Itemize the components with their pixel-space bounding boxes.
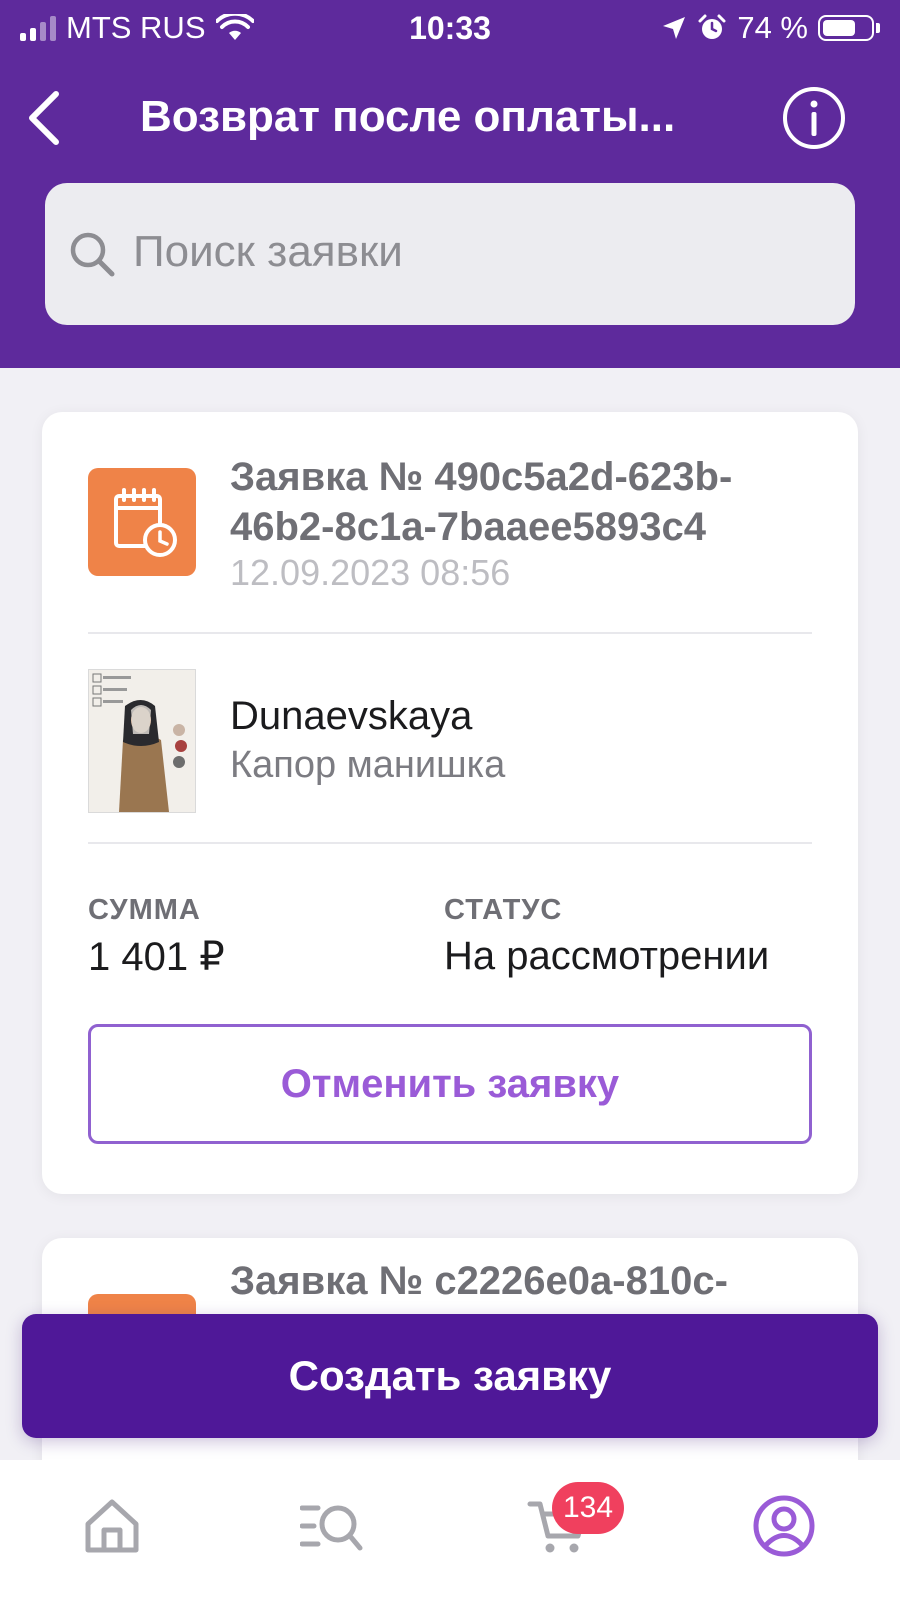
search-input[interactable]: Поиск заявки: [45, 183, 855, 325]
battery-icon: [818, 15, 874, 41]
product-photo: [89, 670, 195, 812]
request-icon-tile: [88, 468, 196, 576]
home-icon[interactable]: [80, 1494, 144, 1558]
alarm-icon: [698, 14, 726, 39]
status-bar: MTS RUS 10:33 74 %: [0, 0, 900, 60]
status-label: СТАТУС: [444, 894, 563, 926]
profile-icon[interactable]: [752, 1494, 816, 1558]
request-number: Заявка № 490c5a2d-623b-46b2-8c1a-7baaee5…: [230, 455, 733, 549]
cancel-request-button[interactable]: Отменить заявку: [88, 1024, 812, 1144]
request-number: Заявка № c2226e0a-810c-: [230, 1259, 728, 1303]
product-brand: Dunaevskaya: [230, 694, 473, 738]
battery-percent: 74 %: [737, 10, 808, 45]
search-placeholder: Поиск заявки: [133, 227, 403, 276]
battery-tip: [876, 23, 880, 33]
cart-badge: 134: [552, 1482, 624, 1534]
divider: [88, 632, 812, 634]
return-request-card: Заявка № 490c5a2d-623b-46b2-8c1a-7baaee5…: [42, 412, 858, 1194]
info-icon[interactable]: [782, 86, 846, 150]
request-date: 12.09.2023 08:56: [230, 552, 511, 593]
create-request-button[interactable]: Создать заявку: [22, 1314, 878, 1438]
amount-value: 1 401 ₽: [88, 935, 225, 979]
amount-label: СУММА: [88, 894, 201, 926]
catalog-search-icon[interactable]: [300, 1494, 364, 1558]
status-right: 74 %: [661, 10, 880, 46]
location-arrow-icon: [663, 17, 686, 39]
header: MTS RUS 10:33 74 % Возврат после оплаты.…: [0, 0, 900, 368]
search-icon: [70, 232, 115, 277]
chevron-left-icon[interactable]: [22, 88, 70, 148]
divider: [88, 842, 812, 844]
product-image: [88, 669, 196, 813]
product-name: Капор манишка: [230, 744, 506, 786]
calendar-clock-icon: [114, 488, 177, 557]
page-title: Возврат после оплаты...: [140, 92, 676, 141]
status-value: На рассмотрении: [444, 934, 770, 978]
tab-bar: [0, 1460, 900, 1598]
